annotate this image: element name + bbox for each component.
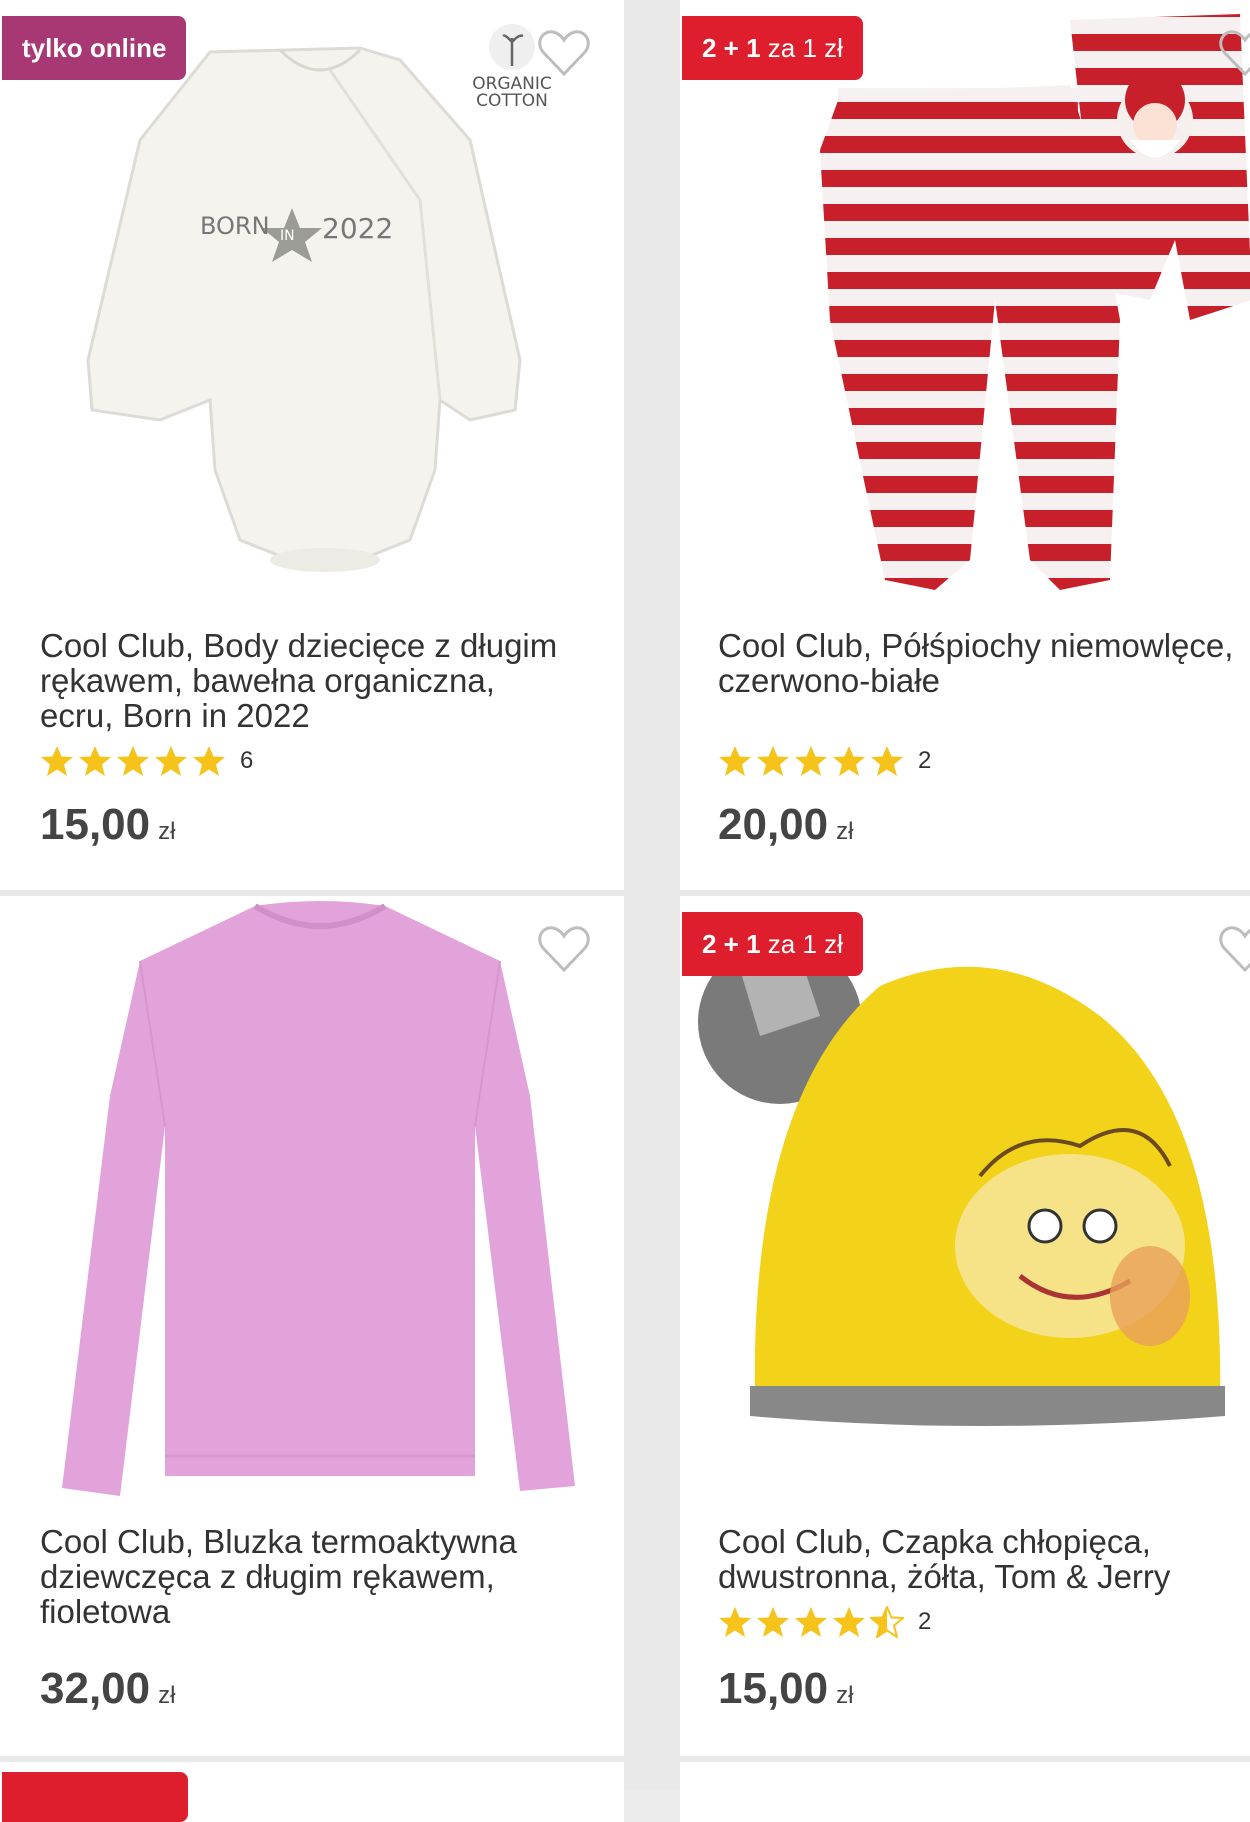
heart-icon[interactable] xyxy=(1218,28,1250,78)
half-star-icon xyxy=(870,1606,904,1638)
product-card[interactable]: 2 + 1 za 1 zł Cool Club, Czapka chłopięc… xyxy=(680,896,1250,1756)
product-card[interactable]: 2 + 1 za 1 zł Cool Club, Półśpiochy niem… xyxy=(680,0,1250,890)
rating-count: 2 xyxy=(918,1608,932,1635)
online-only-badge: tylko online xyxy=(2,16,187,80)
product-price: 15,00 zł xyxy=(40,800,176,849)
product-title[interactable]: Cool Club, Półśpiochy niemowlęce, czerwo… xyxy=(718,628,1250,698)
star-icon xyxy=(833,746,865,776)
promo-badge: 2 + 1 za 1 zł xyxy=(682,912,863,976)
heart-icon[interactable] xyxy=(537,924,591,974)
striped-pants-image xyxy=(820,14,1250,590)
promo-badge xyxy=(2,1772,188,1822)
promo-badge: 2 + 1 za 1 zł xyxy=(682,16,863,80)
tree-icon xyxy=(489,24,535,70)
star-icon xyxy=(117,746,149,776)
svg-text:2022: 2022 xyxy=(322,212,393,245)
product-image[interactable] xyxy=(680,0,1250,610)
star-icon xyxy=(193,746,225,776)
product-title[interactable]: Cool Club, Body dziecięce z długim rękaw… xyxy=(40,628,580,733)
star-icon xyxy=(795,1607,827,1637)
rating-count: 2 xyxy=(918,747,932,774)
svg-text:IN: IN xyxy=(280,228,295,244)
star-icon xyxy=(795,746,827,776)
product-title[interactable]: Cool Club, Czapka chłopięca, dwustronna,… xyxy=(718,1524,1250,1594)
star-icon xyxy=(155,746,187,776)
product-image[interactable] xyxy=(680,896,1250,1506)
product-image[interactable] xyxy=(0,896,624,1506)
product-grid: BORN IN 2022 tylko online ORGANIC COTTON… xyxy=(0,0,1250,1822)
product-card[interactable]: Cool Club, Bluzka termoaktywna dziewczęc… xyxy=(0,896,624,1756)
product-price: 20,00 zł xyxy=(718,800,854,849)
pink-longsleeve-image xyxy=(62,901,575,1496)
heart-icon[interactable] xyxy=(537,28,591,78)
star-icon xyxy=(41,746,73,776)
heart-icon[interactable] xyxy=(1218,924,1250,974)
product-rating: 6 xyxy=(40,745,253,777)
star-icon xyxy=(719,1607,751,1637)
product-price: 15,00 zł xyxy=(718,1664,854,1713)
product-price: 32,00 zł xyxy=(40,1664,176,1713)
star-icon xyxy=(757,746,789,776)
star-icon xyxy=(79,746,111,776)
star-icon xyxy=(719,746,751,776)
organic-label-2: COTTON xyxy=(476,91,548,111)
product-card[interactable] xyxy=(680,1762,1250,1822)
svg-text:BORN: BORN xyxy=(200,212,270,240)
product-rating: 2 xyxy=(718,745,931,777)
yellow-hat-image xyxy=(698,940,1225,1426)
star-icon xyxy=(871,746,903,776)
rating-count: 6 xyxy=(240,747,254,774)
product-card[interactable]: BORN IN 2022 tylko online ORGANIC COTTON… xyxy=(0,0,624,890)
product-title[interactable]: Cool Club, Bluzka termoaktywna dziewczęc… xyxy=(40,1524,580,1629)
product-card[interactable] xyxy=(0,1762,624,1822)
product-rating: 2 xyxy=(718,1606,931,1638)
star-icon xyxy=(757,1607,789,1637)
star-icon xyxy=(833,1607,865,1637)
